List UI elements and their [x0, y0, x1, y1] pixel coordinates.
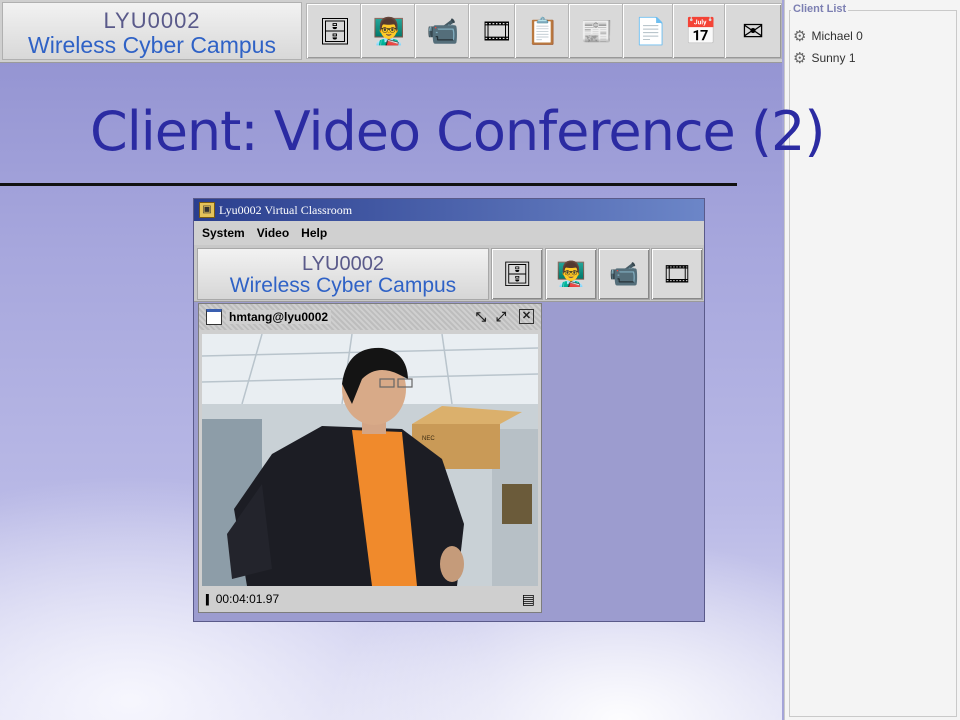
top-banner: LYU0002 Wireless Cyber Campus 🗄 👨‍🏫 📹 🎞 … — [0, 0, 782, 63]
menu-system[interactable]: System — [202, 226, 245, 240]
virtual-classroom-window: ▣ Lyu0002 Virtual Classroom System Video… — [193, 198, 705, 622]
campus-logo: LYU0002 Wireless Cyber Campus — [2, 2, 302, 60]
news-icon[interactable]: 📰 — [568, 3, 626, 59]
app-logo-code: LYU0002 — [302, 253, 384, 275]
menu-video[interactable]: Video — [257, 226, 289, 240]
video-camera-icon[interactable]: 📹 — [598, 248, 650, 300]
teacher-icon[interactable]: 👨‍🏫 — [360, 3, 418, 59]
logo-code: LYU0002 — [103, 8, 201, 33]
window-icon — [206, 309, 222, 325]
close-icon[interactable]: ✕ — [519, 309, 534, 324]
box-label: NEC — [422, 436, 435, 442]
video-camera-icon[interactable]: 📹 — [414, 3, 472, 59]
video-timestamp: 00:04:01.97 — [215, 592, 280, 606]
app-icon: ▣ — [199, 202, 215, 218]
video-user-name: hmtang@lyu0002 — [226, 310, 332, 324]
client-item[interactable]: ⚙ Sunny 1 — [793, 49, 856, 67]
teacher-icon[interactable]: 👨‍🏫 — [545, 248, 597, 300]
title-divider — [0, 183, 737, 186]
video-status-bar: || 00:04:01.97 ▤ — [199, 588, 541, 610]
logo-name: Wireless Cyber Campus — [28, 32, 276, 58]
client-name: Michael 0 — [811, 29, 863, 43]
app-toolbar: LYU0002 Wireless Cyber Campus 🗄 👨‍🏫 📹 🎞 — [194, 245, 704, 302]
app-logo-name: Wireless Cyber Campus — [229, 274, 457, 297]
pause-icon[interactable]: || — [205, 592, 210, 606]
webcam-image: NEC — [202, 334, 538, 586]
clipboard-icon[interactable]: 📋 — [514, 3, 572, 59]
window-title: Lyu0002 Virtual Classroom — [219, 202, 353, 217]
gear-icon: ⚙ — [793, 50, 807, 67]
menu-bar: System Video Help — [194, 221, 704, 245]
calendar-icon[interactable]: 📅 — [672, 3, 730, 59]
client-name: Sunny 1 — [811, 51, 856, 65]
file-cabinet-icon[interactable]: 🗄 — [491, 248, 543, 300]
video-frame: NEC — [202, 334, 538, 586]
maximize-icon[interactable]: ⤢ — [493, 309, 509, 325]
mail-icon[interactable]: ✉ — [724, 3, 782, 59]
video-conference-window: hmtang@lyu0002 ⤡ ⤢ ✕ NEC || 00:04:01.97 … — [198, 303, 542, 613]
app-logo: LYU0002 Wireless Cyber Campus — [197, 248, 489, 300]
client-item[interactable]: ⚙ Michael 0 — [793, 27, 863, 45]
window-titlebar[interactable]: ▣ Lyu0002 Virtual Classroom — [194, 199, 704, 221]
video-titlebar[interactable]: hmtang@lyu0002 ⤡ ⤢ ✕ — [199, 304, 541, 330]
file-cabinet-icon[interactable]: 🗄 — [306, 3, 364, 59]
page-title: Client: Video Conference (2) — [90, 100, 825, 163]
film-icon[interactable]: 🎞 — [651, 248, 703, 300]
minimize-icon[interactable]: ⤡ — [473, 309, 489, 325]
gear-icon: ⚙ — [793, 28, 807, 45]
client-list-title: Client List — [791, 3, 849, 15]
menu-help[interactable]: Help — [301, 226, 327, 240]
filmstrip-icon[interactable]: ▤ — [522, 591, 535, 608]
